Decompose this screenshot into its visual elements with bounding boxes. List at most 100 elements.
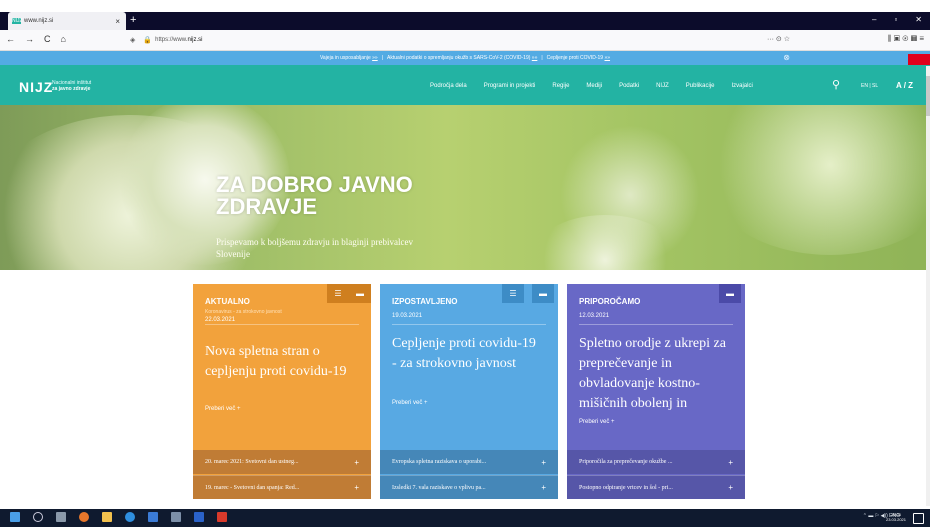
card-link[interactable]: Evropska spletna raziskava o uporabi... +: [380, 450, 558, 474]
menu-item-publications[interactable]: Publikacije: [686, 83, 715, 89]
card-date: 12.03.2021: [579, 313, 610, 319]
navigation-bar: ← → C ⌂ ◈ 🔒 https://www.nijz.si ··· ⊙ ☆ …: [0, 30, 930, 51]
edge-icon[interactable]: [125, 512, 135, 522]
notice-item-vaccination[interactable]: Cepljenje proti COVID-19: [547, 55, 603, 61]
notice-link-vaccination[interactable]: »»: [604, 55, 610, 61]
minimize-button[interactable]: –: [872, 15, 876, 24]
menu-item-regions[interactable]: Regije: [552, 83, 569, 89]
start-icon[interactable]: [10, 512, 20, 522]
hero-title: ZA DOBRO JAVNO ZDRAVJE: [216, 172, 413, 219]
card-aktualno: ☰ ▬ AKTUALNO Koronavirus - za strokovno …: [193, 284, 371, 499]
clock[interactable]: 19:26 23.03.2021: [886, 512, 906, 522]
card-headline[interactable]: Cepljenje proti covidu-19 - za strokovno…: [392, 334, 542, 374]
browser-tab[interactable]: NIJZ www.nijz.si ×: [8, 12, 126, 30]
card-date: 22.03.2021: [205, 317, 236, 323]
notice-item-data[interactable]: Aktualni podatki o spremljanju okužb s S…: [387, 55, 530, 61]
forward-icon[interactable]: →: [25, 34, 34, 44]
pdf-app-icon[interactable]: [217, 512, 227, 522]
language-switch[interactable]: EN | SL: [861, 83, 878, 89]
plus-icon: +: [728, 457, 733, 467]
network-app-icon[interactable]: [171, 512, 181, 522]
card-link[interactable]: Izsledki 7. vala raziskave o vplivu pa..…: [380, 475, 558, 499]
close-window-button[interactable]: ✕: [915, 15, 922, 24]
maximize-button[interactable]: ▫: [894, 15, 897, 24]
card-divider: [579, 324, 733, 325]
card-headline[interactable]: Spletno orodje z ukrepi za preprečevanje…: [579, 334, 729, 414]
card-izpostavljeno: ☰ ▬ IZPOSTAVLJENO 19.03.2021 Cepljenje p…: [380, 284, 558, 499]
bokeh-decoration: [700, 105, 930, 255]
folder-icon[interactable]: ▬: [532, 284, 554, 303]
card-category: IZPOSTAVLJENO: [392, 297, 458, 306]
home-icon[interactable]: ⌂: [61, 34, 66, 44]
card-headline[interactable]: Nova spletna stran o cepljenju proti cov…: [205, 342, 355, 382]
menu-item-areas[interactable]: Področja dela: [430, 83, 467, 89]
taskbar-apps: [10, 512, 227, 522]
window-controls: – ▫ ✕: [872, 15, 922, 24]
read-more-link[interactable]: Preberi več +: [205, 406, 241, 412]
back-icon[interactable]: ←: [6, 34, 15, 44]
menu-item-media[interactable]: Mediji: [586, 83, 602, 89]
hero-subtitle: Prispevamo k boljšemu zdravju in blaginj…: [216, 237, 413, 259]
card-category: AKTUALNO: [205, 297, 250, 306]
folder-icon[interactable]: ▬: [719, 284, 741, 303]
notification-icon[interactable]: [913, 513, 924, 524]
outlook-icon[interactable]: [194, 512, 204, 522]
mail-icon[interactable]: [148, 512, 158, 522]
window-top-margin: [0, 0, 930, 12]
plus-icon: +: [728, 483, 733, 492]
page-scrollbar[interactable]: [926, 66, 930, 506]
menu-item-providers[interactable]: Izvajalci: [731, 83, 752, 89]
notice-separator: |: [381, 55, 383, 61]
menu-item-nijz[interactable]: NIJZ: [656, 83, 669, 89]
main-menu: Področja dela Programi in projekti Regij…: [430, 83, 753, 89]
tab-strip: NIJZ www.nijz.si × + – ▫ ✕: [0, 12, 930, 30]
rss-icon[interactable]: ☰: [502, 284, 524, 303]
search-icon[interactable]: ⚲: [832, 78, 840, 91]
reload-icon[interactable]: C: [44, 34, 51, 44]
card-link[interactable]: Postopno odpiranje vrtcev in šol - pri..…: [567, 475, 745, 499]
scrollbar-thumb[interactable]: [926, 76, 930, 116]
notice-item-training[interactable]: Vajeja in usposabljanje: [320, 55, 371, 61]
card-link[interactable]: 20. marec 2021: Svetovni dan ustneg... +: [193, 450, 371, 474]
notice-bar: Vajeja in usposabljanje »» | Aktualni po…: [0, 51, 930, 65]
url-bar[interactable]: ◈ 🔒 https://www.nijz.si: [130, 33, 810, 47]
new-tab-button[interactable]: +: [130, 14, 136, 26]
menu-item-programs[interactable]: Programi in projekti: [484, 83, 536, 89]
tab-title: www.nijz.si: [24, 18, 54, 24]
close-notice-icon[interactable]: ⊗: [783, 53, 790, 62]
card-link[interactable]: Priporočila za preprečevanje okužbe ... +: [567, 450, 745, 474]
search-taskbar-icon[interactable]: [33, 512, 43, 522]
page-actions-icon[interactable]: ··· ⊙ ☆: [767, 35, 790, 43]
folder-icon[interactable]: ▬: [349, 284, 371, 303]
card-date: 19.03.2021: [392, 313, 423, 319]
nijz-favicon-icon: NIJZ: [12, 18, 23, 24]
notice-link-training[interactable]: »»: [372, 55, 378, 61]
url-text: https://www.nijz.si: [155, 37, 203, 43]
az-index-link[interactable]: A / Z: [896, 81, 913, 90]
task-view-icon[interactable]: [56, 512, 66, 522]
nav-buttons: ← → C ⌂: [6, 34, 66, 44]
read-more-link[interactable]: Preberi več +: [392, 400, 428, 406]
notice-separator: |: [541, 55, 543, 61]
plus-icon: +: [354, 483, 359, 492]
card-divider: [392, 324, 546, 325]
plus-icon: +: [354, 457, 359, 467]
plus-icon: +: [541, 483, 546, 492]
menu-item-data[interactable]: Podatki: [619, 83, 639, 89]
file-explorer-icon[interactable]: [102, 512, 112, 522]
windows-taskbar: ⌃ ▬ ⚐ ◀)) ENG 19:26 23.03.2021: [0, 509, 930, 527]
notice-link-data[interactable]: »»: [532, 55, 538, 61]
lock-icon[interactable]: 🔒: [143, 36, 152, 44]
read-more-link[interactable]: Preberi več +: [579, 419, 615, 425]
firefox-icon[interactable]: [79, 512, 89, 522]
card-link[interactable]: 19. marec - Svetovni dan spanja: Red... +: [193, 475, 371, 499]
toolbar-icons[interactable]: ⫼ ▣ ⊛ ▦ ≡: [888, 34, 924, 44]
card-crumb[interactable]: Koronavirus - za strokovno javnost: [205, 309, 282, 315]
rss-icon[interactable]: ☰: [327, 284, 349, 303]
plus-icon: +: [541, 457, 546, 467]
logo-subtitle: Nacionalni inštitut za javno zdravje: [52, 80, 92, 92]
close-tab-icon[interactable]: ×: [115, 17, 120, 26]
shield-icon[interactable]: ◈: [130, 36, 135, 44]
card-priporocamo: ▬ PRIPOROČAMO 12.03.2021 Spletno orodje …: [567, 284, 745, 499]
nijz-logo[interactable]: NIJZ: [19, 79, 53, 95]
